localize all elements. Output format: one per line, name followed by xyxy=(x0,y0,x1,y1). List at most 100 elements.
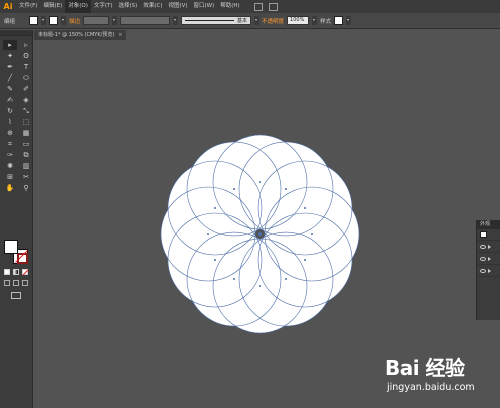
line-tool[interactable]: ╱ xyxy=(3,73,17,83)
menu-file[interactable]: 文件(F) xyxy=(16,0,40,13)
anchor-point xyxy=(285,278,287,281)
eraser-tool[interactable]: ◈ xyxy=(19,95,33,105)
flower-artwork[interactable] xyxy=(154,128,366,340)
document-tab[interactable]: 未标题-1* @ 150% (CMYK/预览) × xyxy=(34,30,127,40)
menu-help[interactable]: 帮助(H) xyxy=(217,0,242,13)
anchor-point xyxy=(304,259,307,261)
column-graph-tool[interactable]: ▥ xyxy=(19,161,33,171)
artboard-tool[interactable]: ⊞ xyxy=(3,172,17,182)
ellipse-tool[interactable]: ⬭ xyxy=(19,73,33,83)
brush-definition-field[interactable]: 基本 xyxy=(181,16,252,25)
blob-brush-tool[interactable]: ✍ xyxy=(3,95,17,105)
appearance-swatch[interactable] xyxy=(480,231,487,238)
control-bar: 编组 描边 基本 不透明度 100% 样式 xyxy=(0,13,500,29)
mesh-tool[interactable]: ⌗ xyxy=(3,139,17,149)
fill-swatch[interactable] xyxy=(4,240,18,254)
anchor-point xyxy=(259,285,261,287)
appearance-row[interactable] xyxy=(477,253,500,265)
magic-wand-tool[interactable]: ✦ xyxy=(3,51,17,61)
graphic-style-dropdown-icon[interactable] xyxy=(346,16,352,25)
menu-effect[interactable]: 效果(C) xyxy=(140,0,165,13)
menu-select[interactable]: 选择(S) xyxy=(116,0,141,13)
brush-dropdown-icon[interactable] xyxy=(254,16,260,25)
visibility-eye-icon[interactable] xyxy=(480,268,486,273)
blend-tool[interactable]: ⧉ xyxy=(19,150,33,160)
anchor-point xyxy=(259,181,261,183)
color-mode-button[interactable] xyxy=(4,269,10,275)
appearance-row[interactable] xyxy=(477,229,500,241)
menu-window[interactable]: 窗口(W) xyxy=(191,0,218,13)
tool-grid: ▸ ▹ ✦ ʘ ✒ T ╱ ⬭ ✎ ✐ ✍ ◈ ↻ ⤡ ⌇ ⬚ ⊕ ▦ ⌗ ▭ ✑ ⧉ ✺ ▥ ⊞ ✂ ✋ ⚲ xyxy=(0,36,32,193)
paintbrush-tool[interactable]: ✎ xyxy=(3,84,17,94)
appearance-row[interactable] xyxy=(477,265,500,277)
free-transform-tool[interactable]: ⬚ xyxy=(19,117,33,127)
expand-arrow-icon[interactable] xyxy=(488,268,491,273)
none-mode-button[interactable] xyxy=(22,269,28,275)
visibility-eye-icon[interactable] xyxy=(480,256,486,261)
stroke-dropdown-icon[interactable] xyxy=(61,16,67,25)
color-mode-row xyxy=(4,269,28,275)
opacity-dropdown-icon[interactable] xyxy=(312,16,318,25)
anchor-point xyxy=(213,207,216,209)
stroke-style-label: 基本 xyxy=(237,18,248,24)
menu-bar: Ai 文件(F) 编辑(E) 对象(O) 文字(T) 选择(S) 效果(C) 视… xyxy=(0,0,500,13)
stroke-weight-dropdown-icon[interactable] xyxy=(112,16,118,25)
width-tool[interactable]: ⌇ xyxy=(3,117,17,127)
hand-tool[interactable]: ✋ xyxy=(3,183,17,193)
symbol-sprayer-tool[interactable]: ✺ xyxy=(3,161,17,171)
group-label: 编组 xyxy=(4,18,16,25)
opacity-label[interactable]: 不透明度 xyxy=(262,17,284,25)
scale-tool[interactable]: ⤡ xyxy=(19,106,33,116)
anchor-point xyxy=(285,187,287,190)
type-tool[interactable]: T xyxy=(19,62,33,72)
draw-inside-button[interactable] xyxy=(22,280,28,286)
direct-select-tool[interactable]: ▹ xyxy=(19,40,33,50)
expand-arrow-icon[interactable] xyxy=(488,256,491,261)
center-point xyxy=(257,231,263,237)
variable-width-field[interactable] xyxy=(120,16,171,25)
opacity-field[interactable]: 100% xyxy=(287,16,310,25)
pen-tool[interactable]: ✒ xyxy=(3,62,17,72)
eyedropper-tool[interactable]: ✑ xyxy=(3,150,17,160)
draw-normal-button[interactable] xyxy=(4,280,10,286)
visibility-eye-icon[interactable] xyxy=(480,244,486,249)
draw-mode-row xyxy=(4,280,28,286)
arrange-documents-icon[interactable] xyxy=(268,2,278,11)
lasso-tool[interactable]: ʘ xyxy=(19,51,33,61)
fill-color-swatch[interactable] xyxy=(29,16,39,25)
rotate-tool[interactable]: ↻ xyxy=(3,106,17,116)
shape-builder-tool[interactable]: ⊕ xyxy=(3,128,17,138)
stroke-color-swatch[interactable] xyxy=(49,16,59,25)
perspective-grid-tool[interactable]: ▦ xyxy=(19,128,33,138)
appearance-panel: 外观 xyxy=(476,220,500,320)
zoom-tool[interactable]: ⚲ xyxy=(19,183,33,193)
pencil-tool[interactable]: ✐ xyxy=(19,84,33,94)
anchor-point xyxy=(311,233,313,235)
menu-type[interactable]: 文字(T) xyxy=(91,0,116,13)
anchor-point xyxy=(233,278,235,281)
draw-behind-button[interactable] xyxy=(13,280,19,286)
menu-edit[interactable]: 编辑(E) xyxy=(40,0,65,13)
graphic-style-swatch[interactable] xyxy=(334,16,344,25)
variable-width-dropdown-icon[interactable] xyxy=(173,16,179,25)
fill-dropdown-icon[interactable] xyxy=(41,16,47,25)
close-icon[interactable]: × xyxy=(118,32,122,38)
stroke-weight-field[interactable] xyxy=(83,16,110,25)
stroke-line-preview xyxy=(185,20,235,21)
baidu-jingyan-watermark: Bai 经验 jingyan.baidu.com xyxy=(385,352,497,404)
select-tool[interactable]: ▸ xyxy=(3,40,17,50)
screen-mode-icon[interactable] xyxy=(11,292,21,299)
appearance-row[interactable] xyxy=(477,241,500,253)
gradient-tool[interactable]: ▭ xyxy=(19,139,33,149)
appearance-panel-title[interactable]: 外观 xyxy=(477,220,500,229)
stroke-label[interactable]: 描边 xyxy=(69,17,80,25)
app-logo: Ai xyxy=(3,2,13,11)
bridge-icon[interactable] xyxy=(253,2,263,11)
expand-arrow-icon[interactable] xyxy=(488,244,491,249)
menu-view[interactable]: 视图(V) xyxy=(165,0,190,13)
menu-object[interactable]: 对象(O) xyxy=(65,0,91,13)
slice-tool[interactable]: ✂ xyxy=(19,172,33,182)
gradient-mode-button[interactable] xyxy=(13,269,19,275)
fill-stroke-area xyxy=(4,240,30,266)
anchor-point xyxy=(207,233,209,235)
